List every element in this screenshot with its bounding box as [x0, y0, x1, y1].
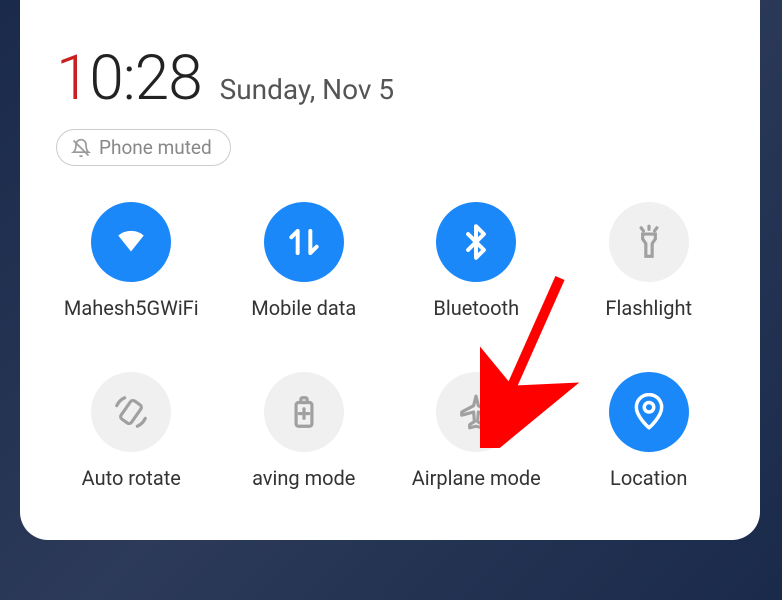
airplane-tile[interactable]: Airplane mode: [395, 372, 558, 490]
wifi-circle: [91, 202, 171, 282]
quick-settings-panel: 10:28 Sunday, Nov 5 Phone muted Mahesh5G…: [20, 0, 760, 540]
rotate-icon: [112, 393, 150, 431]
wifi-icon: [112, 223, 150, 261]
wifi-label: Mahesh5GWiFi: [64, 296, 199, 320]
flashlight-circle: [609, 202, 689, 282]
location-label: Location: [610, 466, 687, 490]
bluetooth-label: Bluetooth: [433, 296, 519, 320]
airplane-label: Airplane mode: [412, 466, 541, 490]
time-rest: 0:28: [89, 42, 201, 115]
auto-rotate-tile[interactable]: Auto rotate: [50, 372, 213, 490]
chip-label: Phone muted: [99, 136, 212, 159]
saving-mode-label: aving mode: [252, 466, 355, 490]
phone-muted-chip[interactable]: Phone muted: [56, 129, 231, 166]
airplane-circle: [436, 372, 516, 452]
saving-mode-tile[interactable]: aving mode: [223, 372, 386, 490]
flashlight-tile[interactable]: Flashlight: [568, 202, 731, 320]
time-hour-first: 1: [56, 42, 89, 115]
bluetooth-icon: [457, 223, 495, 261]
airplane-icon: [457, 393, 495, 431]
bell-off-icon: [71, 138, 91, 158]
wifi-tile[interactable]: Mahesh5GWiFi: [50, 202, 213, 320]
status-header: 10:28 Sunday, Nov 5: [56, 42, 730, 115]
tiles-grid: Mahesh5GWiFi Mobile data Bluetooth: [50, 202, 730, 490]
mobile-data-circle: [264, 202, 344, 282]
auto-rotate-circle: [91, 372, 171, 452]
bluetooth-circle: [436, 202, 516, 282]
mobile-data-tile[interactable]: Mobile data: [223, 202, 386, 320]
date-text: Sunday, Nov 5: [220, 73, 395, 106]
location-pin-icon: [630, 393, 668, 431]
location-circle: [609, 372, 689, 452]
auto-rotate-label: Auto rotate: [82, 466, 181, 490]
mobile-data-label: Mobile data: [251, 296, 356, 320]
flashlight-label: Flashlight: [605, 296, 692, 320]
battery-plus-icon: [285, 393, 323, 431]
bluetooth-tile[interactable]: Bluetooth: [395, 202, 558, 320]
flashlight-icon: [630, 223, 668, 261]
location-tile[interactable]: Location: [568, 372, 731, 490]
clock-time: 10:28: [56, 42, 202, 115]
saving-mode-circle: [264, 372, 344, 452]
data-arrows-icon: [285, 223, 323, 261]
